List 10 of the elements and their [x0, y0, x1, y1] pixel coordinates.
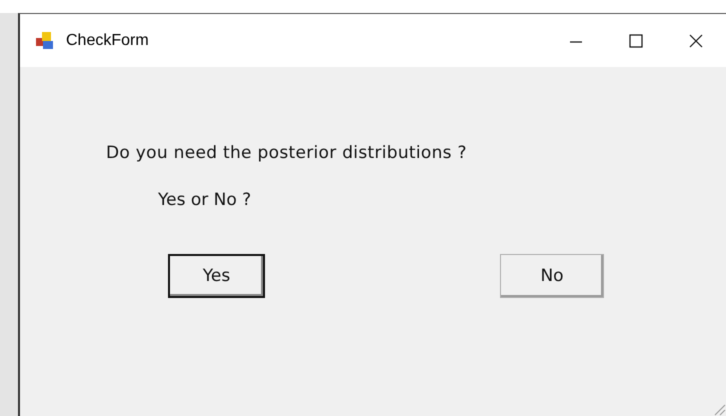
prompt-text: Yes or No ?	[158, 190, 252, 210]
resize-grip-icon[interactable]	[712, 402, 726, 416]
close-icon	[688, 32, 704, 48]
question-text: Do you need the posterior distributions ?	[106, 143, 468, 163]
yes-button[interactable]: Yes	[168, 254, 265, 298]
app-icon	[36, 32, 54, 50]
minimize-icon	[570, 40, 582, 42]
window-title: CheckForm	[66, 32, 150, 50]
maximize-icon	[628, 32, 644, 48]
no-button[interactable]: No	[500, 254, 604, 298]
